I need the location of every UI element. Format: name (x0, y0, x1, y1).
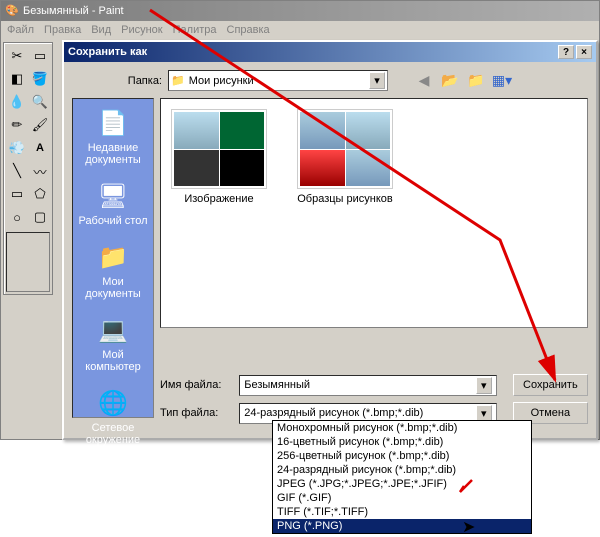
tool-pencil[interactable]: ✏ (6, 114, 28, 136)
tool-ellipse[interactable]: ○ (6, 206, 28, 228)
filetype-option-selected[interactable]: PNG (*.PNG) (273, 519, 531, 533)
tool-freeform-select[interactable]: ✂ (6, 45, 28, 67)
thumb-label: Образцы рисунков (297, 193, 393, 205)
paint-titlebar: 🎨 Безымянный - Paint (1, 1, 599, 21)
computer-icon: 💻 (97, 314, 129, 346)
dialog-help-button[interactable]: ? (558, 45, 574, 59)
dialog-close-button[interactable]: × (576, 45, 592, 59)
filetype-option[interactable]: 24-разрядный рисунок (*.bmp;*.dib) (273, 463, 531, 477)
folder-icon: 📁 (171, 74, 185, 87)
dialog-title-text: Сохранить как (68, 46, 147, 58)
filetype-option[interactable]: Монохромный рисунок (*.bmp;*.dib) (273, 421, 531, 435)
filetype-option[interactable]: 16-цветный рисунок (*.bmp;*.dib) (273, 435, 531, 449)
menu-file[interactable]: Файл (7, 24, 34, 36)
filetype-option[interactable]: 256-цветный рисунок (*.bmp;*.dib) (273, 449, 531, 463)
folder-thumb-2[interactable]: Образцы рисунков (297, 109, 393, 205)
nav-newfolder-icon[interactable]: 📁 (466, 71, 486, 91)
nav-view-icon[interactable]: ▦▾ (492, 71, 512, 91)
tool-roundrect[interactable]: ▢ (29, 206, 51, 228)
recent-icon: 📄 (97, 107, 129, 139)
tool-picker[interactable]: 💧 (6, 91, 28, 113)
folder-thumb-1[interactable]: Изображение (171, 109, 267, 205)
tool-curve[interactable]: 〰 (29, 160, 51, 182)
tool-text[interactable]: A (29, 137, 51, 159)
tool-zoom[interactable]: 🔍 (29, 91, 51, 113)
tool-eraser[interactable]: ◧ (6, 68, 28, 90)
file-list-area[interactable]: Изображение Образцы рисунков (160, 98, 588, 328)
menu-edit[interactable]: Правка (44, 24, 81, 36)
tool-line[interactable]: ╲ (6, 160, 28, 182)
save-button[interactable]: Сохранить (513, 374, 588, 396)
save-as-dialog: Сохранить как ? × Папка: 📁 Мои рисунки ▾… (62, 40, 598, 440)
menu-help[interactable]: Справка (227, 24, 270, 36)
filetype-option[interactable]: GIF (*.GIF) (273, 491, 531, 505)
folder-label: Папка: (112, 75, 162, 87)
nav-up-icon[interactable]: 📂 (440, 71, 460, 91)
chevron-down-icon[interactable]: ▾ (369, 72, 385, 89)
menu-view[interactable]: Вид (91, 24, 111, 36)
dialog-titlebar: Сохранить как ? × (64, 42, 596, 62)
menu-image[interactable]: Рисунок (121, 24, 163, 36)
filetype-option[interactable]: JPEG (*.JPG;*.JPEG;*.JPE;*.JFIF) (273, 477, 531, 491)
tool-polygon[interactable]: ⬠ (29, 183, 51, 205)
chevron-down-icon[interactable]: ▾ (476, 377, 492, 394)
chevron-down-icon[interactable]: ▾ (476, 405, 492, 422)
nav-back-icon[interactable]: ◀ (414, 71, 434, 91)
tool-rect[interactable]: ▭ (6, 183, 28, 205)
network-icon: 🌐 (97, 387, 129, 419)
place-mydocs[interactable]: 📁Мои документы (73, 239, 153, 302)
filetype-option[interactable]: TIFF (*.TIF;*.TIFF) (273, 505, 531, 519)
thumb-label: Изображение (171, 193, 267, 205)
place-network[interactable]: 🌐Сетевое окружение (73, 385, 153, 448)
tool-select[interactable]: ▭ (29, 45, 51, 67)
filetype-label: Тип файла: (160, 407, 231, 419)
place-desktop[interactable]: 🖥Рабочий стол (73, 178, 153, 229)
folder-value: Мои рисунки (189, 75, 254, 87)
paint-icon: 🎨 (5, 4, 19, 18)
menu-palette[interactable]: Палитра (173, 24, 217, 36)
place-recent[interactable]: 📄Недавние документы (73, 105, 153, 168)
place-mycomputer[interactable]: 💻Мой компьютер (73, 312, 153, 375)
tool-brush[interactable]: 🖌 (29, 114, 51, 136)
filename-input[interactable]: Безымянный ▾ (239, 375, 496, 396)
mouse-cursor-icon: ➤ (462, 517, 475, 537)
filetype-dropdown-list[interactable]: Монохромный рисунок (*.bmp;*.dib) 16-цве… (272, 420, 532, 534)
tool-fill[interactable]: 🪣 (29, 68, 51, 90)
desktop-icon: 🖥 (97, 180, 129, 212)
paint-title-text: Безымянный - Paint (23, 5, 124, 17)
mydocs-icon: 📁 (97, 241, 129, 273)
tool-airbrush[interactable]: 💨 (6, 137, 28, 159)
paint-toolbox: ✂ ▭ ◧ 🪣 💧 🔍 ✏ 🖌 💨 A ╲ 〰 ▭ ⬠ ○ ▢ (3, 42, 53, 295)
tool-options (6, 232, 50, 292)
paint-menubar: Файл Правка Вид Рисунок Палитра Справка (1, 21, 599, 39)
folder-combo[interactable]: 📁 Мои рисунки ▾ (168, 70, 388, 91)
places-bar: 📄Недавние документы 🖥Рабочий стол 📁Мои д… (72, 98, 154, 418)
filename-label: Имя файла: (160, 379, 231, 391)
